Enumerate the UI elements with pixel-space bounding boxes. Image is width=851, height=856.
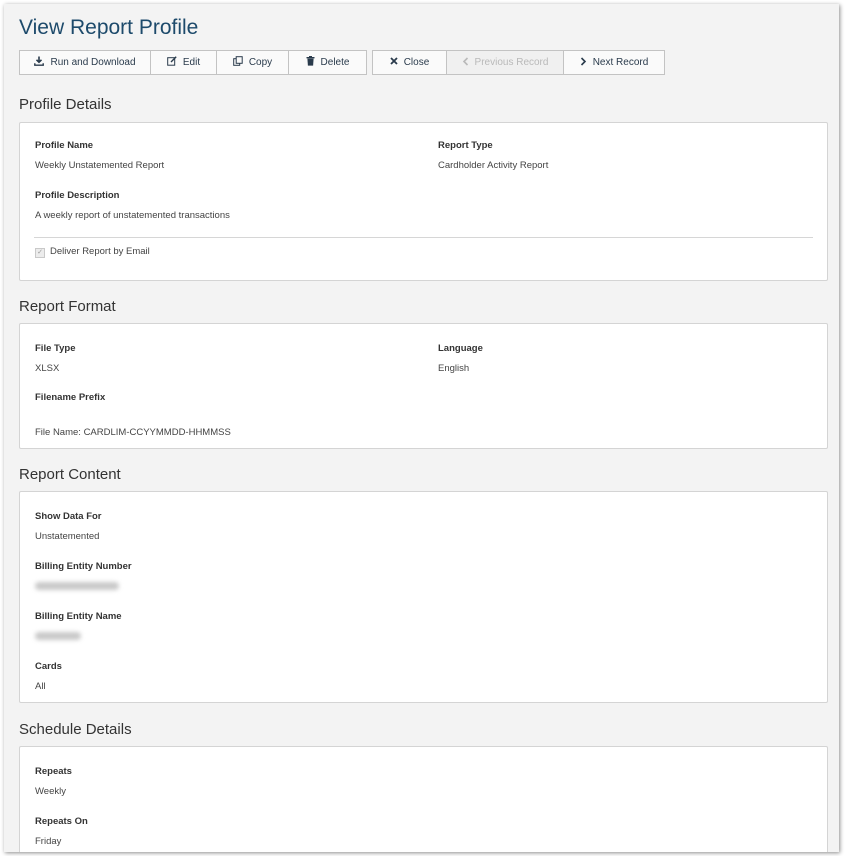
billing-entity-number-label: Billing Entity Number: [35, 561, 132, 572]
run-and-download-button[interactable]: Run and Download: [19, 50, 151, 75]
delete-label: Delete: [320, 57, 350, 68]
page-title: View Report Profile: [19, 16, 199, 39]
report-content-heading: Report Content: [19, 466, 121, 483]
copy-label: Copy: [248, 57, 273, 68]
profile-name-label: Profile Name: [35, 140, 94, 151]
run-and-download-label: Run and Download: [50, 57, 136, 68]
trash-icon: [306, 56, 315, 69]
billing-entity-name-redacted: [35, 632, 81, 640]
show-data-for-label: Show Data For: [35, 511, 102, 522]
previous-record-button[interactable]: Previous Record: [446, 50, 564, 75]
action-toolbar: Run and Download Edit Copy Delete: [19, 50, 367, 75]
report-type-value: Cardholder Activity Report: [438, 160, 549, 171]
schedule-details-heading: Schedule Details: [19, 721, 132, 738]
repeats-on-label: Repeats On: [35, 816, 88, 827]
chevron-right-icon: [580, 56, 587, 69]
file-type-label: File Type: [35, 343, 76, 354]
profile-description-value: A weekly report of unstatemented transac…: [35, 210, 230, 221]
repeats-label: Repeats: [35, 766, 72, 777]
profile-details-heading: Profile Details: [19, 96, 112, 113]
close-button[interactable]: Close: [372, 50, 447, 75]
divider: [34, 237, 813, 238]
close-label: Close: [403, 57, 430, 68]
previous-record-label: Previous Record: [474, 57, 549, 68]
cards-value: All: [35, 681, 46, 692]
file-name-value: File Name: CARDLIM-CCYYMMDD-HHMMSS: [35, 427, 231, 438]
edit-button[interactable]: Edit: [150, 50, 217, 75]
profile-description-label: Profile Description: [35, 190, 120, 201]
close-icon: [390, 57, 398, 68]
report-type-label: Report Type: [438, 140, 493, 151]
copy-icon: [233, 56, 243, 69]
next-record-label: Next Record: [592, 57, 649, 68]
show-data-for-value: Unstatemented: [35, 531, 100, 542]
report-format-card: File Type XLSX Language English Filename…: [19, 323, 828, 449]
deliver-email-label: Deliver Report by Email: [50, 246, 150, 257]
delete-button[interactable]: Delete: [288, 50, 367, 75]
language-label: Language: [438, 343, 483, 354]
billing-entity-number-redacted: [35, 582, 119, 590]
cards-label: Cards: [35, 661, 62, 672]
edit-label: Edit: [182, 57, 201, 68]
repeats-on-value: Friday: [35, 836, 62, 847]
language-value: English: [438, 363, 470, 374]
copy-button[interactable]: Copy: [216, 50, 289, 75]
report-format-heading: Report Format: [19, 298, 116, 315]
repeats-value: Weekly: [35, 786, 66, 797]
schedule-details-card: Repeats Weekly Repeats On Friday: [19, 746, 828, 852]
profile-name-value: Weekly Unstatemented Report: [35, 160, 165, 171]
report-content-card: Show Data For Unstatemented Billing Enti…: [19, 491, 828, 703]
next-record-button[interactable]: Next Record: [563, 50, 665, 75]
chevron-left-icon: [462, 56, 469, 69]
file-type-value: XLSX: [35, 363, 60, 374]
deliver-email-checkbox[interactable]: ✓: [35, 248, 45, 258]
billing-entity-name-label: Billing Entity Name: [35, 611, 122, 622]
report-profile-window: View Report Profile Run and Download Edi…: [4, 4, 839, 852]
navigation-toolbar: Close Previous Record Next Record: [372, 50, 665, 75]
profile-details-card: Profile Name Weekly Unstatemented Report…: [19, 122, 828, 281]
filename-prefix-label: Filename Prefix: [35, 392, 106, 403]
edit-icon: [167, 56, 177, 69]
download-icon: [34, 56, 45, 69]
